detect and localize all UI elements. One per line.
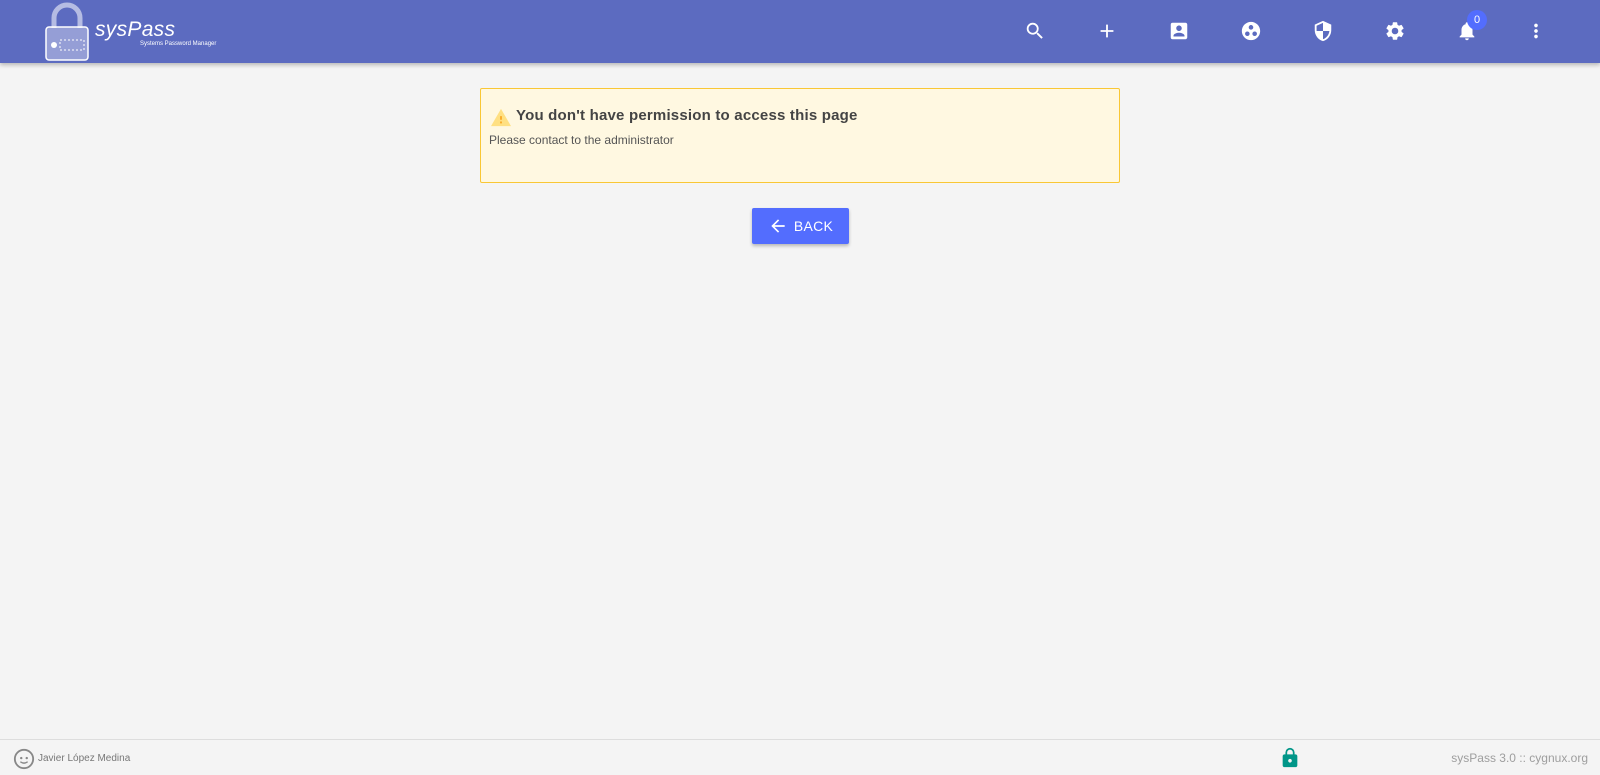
app-logo[interactable]: sysPass Systems Password Manager xyxy=(44,2,216,62)
permission-alert: You don't have permission to access this… xyxy=(480,88,1120,183)
notification-count-badge: 0 xyxy=(1467,10,1487,30)
alert-message: Please contact to the administrator xyxy=(489,133,674,147)
search-icon[interactable] xyxy=(1020,16,1050,46)
footer-author[interactable]: Javier López Medina xyxy=(38,753,130,764)
footer-version[interactable]: sysPass 3.0 :: cygnux.org xyxy=(1451,751,1588,765)
back-button-label: BACK xyxy=(793,218,834,234)
more-icon[interactable] xyxy=(1521,16,1551,46)
app-tagline: Systems Password Manager xyxy=(140,41,217,47)
security-icon[interactable] xyxy=(1308,16,1338,46)
alert-title: You don't have permission to access this… xyxy=(516,107,858,124)
contact-icon[interactable] xyxy=(1164,16,1194,46)
add-icon[interactable] xyxy=(1092,16,1122,46)
top-app-bar: sysPass Systems Password Manager 0 xyxy=(0,0,1600,63)
settings-icon[interactable] xyxy=(1380,16,1410,46)
footer: Javier López Medina sysPass 3.0 :: cygnu… xyxy=(0,739,1600,775)
arrow-back-icon xyxy=(771,219,785,233)
warning-icon xyxy=(491,108,511,127)
lock-logo-icon xyxy=(45,2,89,61)
app-brand-name: sysPass xyxy=(95,18,176,41)
author-avatar-icon[interactable] xyxy=(13,748,35,770)
groups-icon[interactable] xyxy=(1236,16,1266,46)
back-button[interactable]: BACK xyxy=(752,208,849,244)
session-lock-icon[interactable] xyxy=(1279,747,1301,769)
